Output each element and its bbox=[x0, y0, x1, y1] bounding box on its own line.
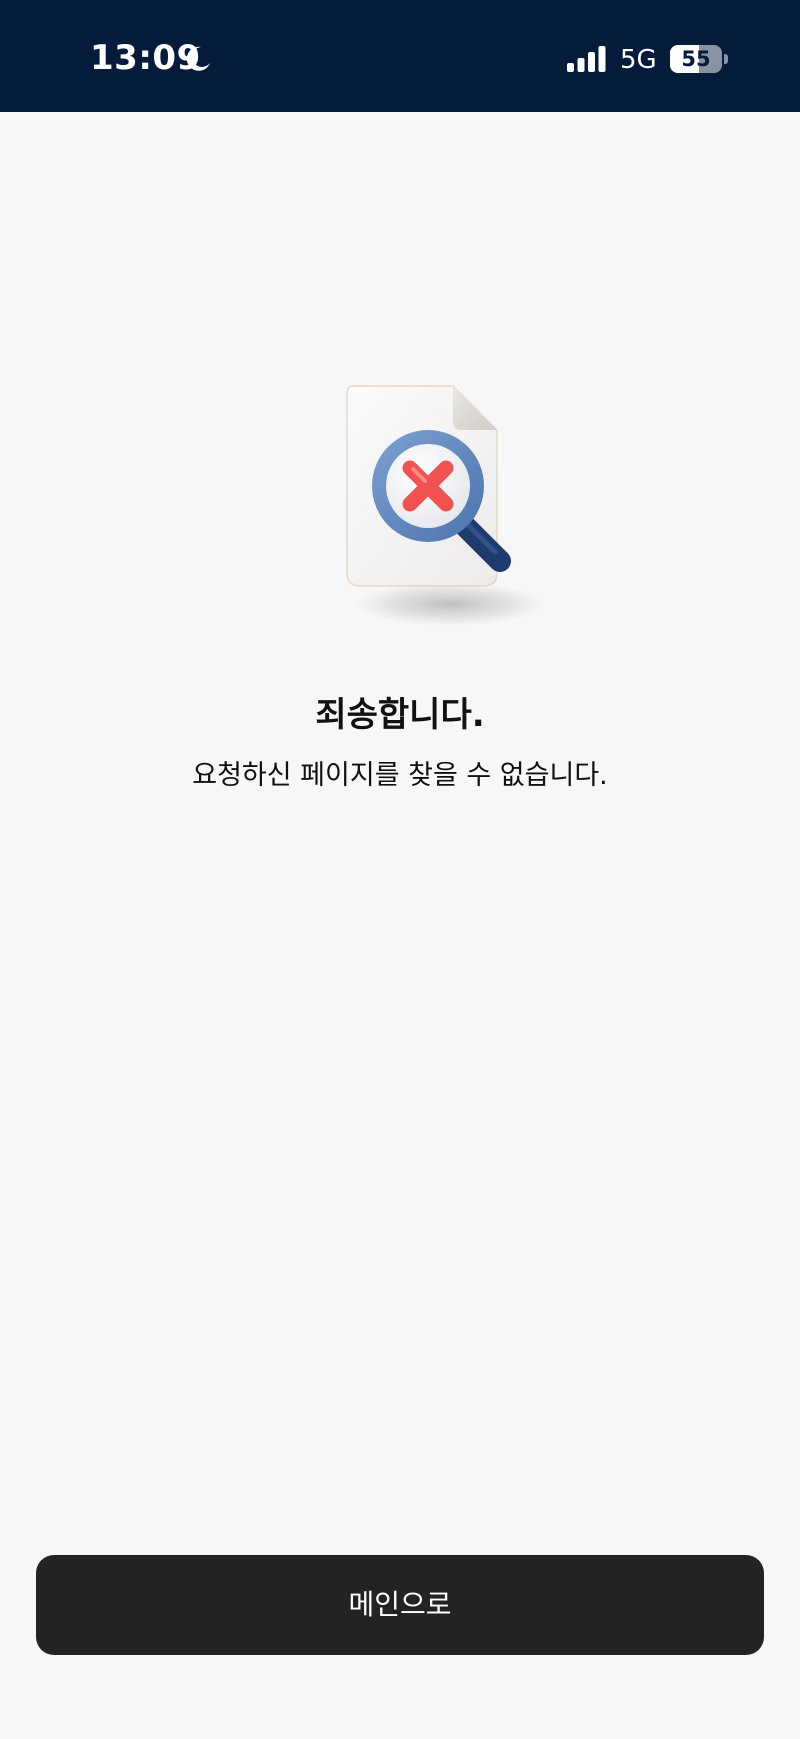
page-title: 죄송합니다. bbox=[315, 695, 485, 735]
go-to-main-button[interactable]: 메인으로 bbox=[36, 1555, 764, 1655]
illustration-shadow bbox=[355, 582, 545, 626]
network-label: 5G bbox=[620, 45, 657, 75]
status-bar: 13:09 5G 55 bbox=[0, 0, 800, 112]
error-message: 요청하신 페이지를 찾을 수 없습니다. bbox=[192, 760, 608, 791]
moon-icon bbox=[186, 46, 210, 71]
battery-level: 55 bbox=[681, 47, 711, 71]
signal-icon bbox=[567, 46, 606, 72]
document-fold bbox=[453, 386, 497, 430]
document-search-error-icon bbox=[346, 385, 545, 626]
battery-icon: 55 bbox=[670, 45, 722, 73]
battery-nub bbox=[724, 54, 728, 64]
